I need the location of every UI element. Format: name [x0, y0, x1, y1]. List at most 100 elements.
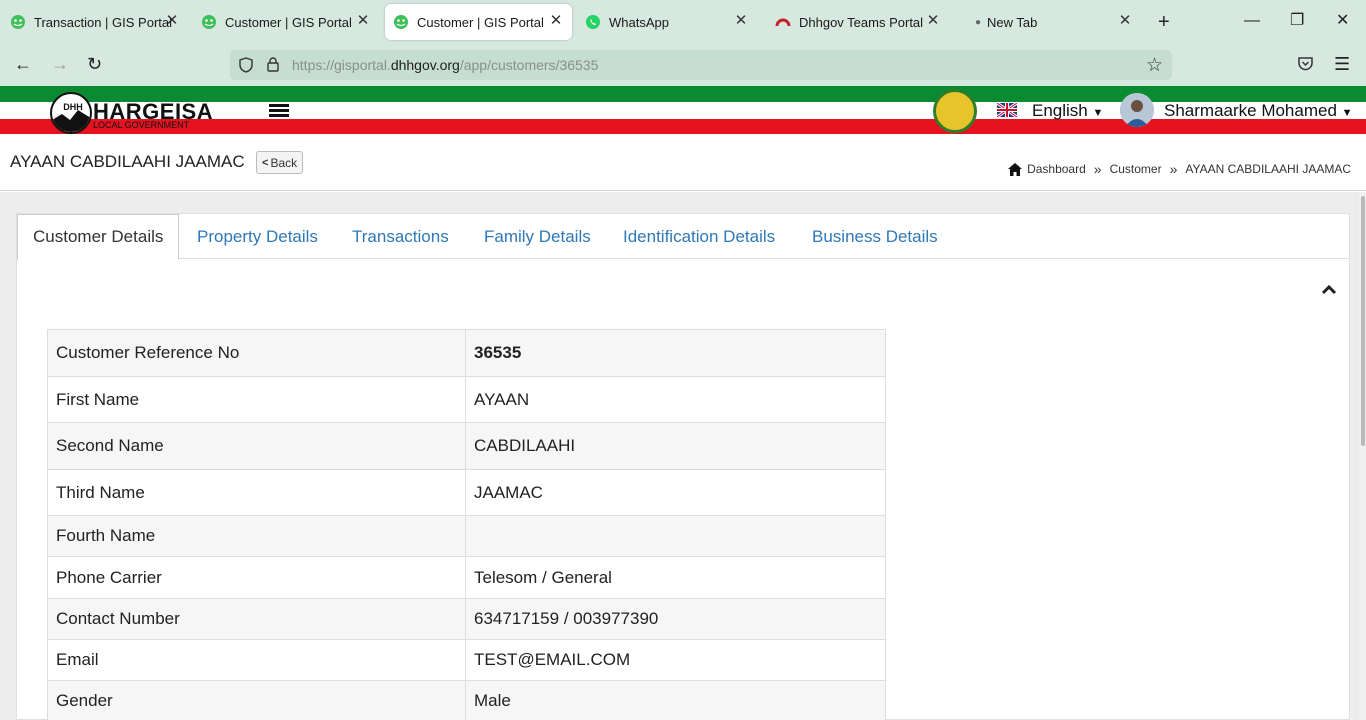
breadcrumb-separator: »: [1093, 161, 1102, 177]
customer-panel: Customer Details Property Details Transa…: [16, 213, 1350, 720]
detail-tabs: Customer Details Property Details Transa…: [17, 214, 1349, 260]
page-title: AYAAN CABDILAAHI JAAMAC: [10, 152, 245, 171]
browser-tab-strip: Transaction | GIS Portal ✕ Customer | GI…: [0, 0, 1366, 44]
breadcrumb-customer[interactable]: Customer: [1110, 162, 1162, 176]
logo-initials: DHH: [63, 102, 83, 112]
browser-tab-title: Customer | GIS Portal: [225, 14, 352, 30]
home-icon: [1008, 162, 1023, 176]
chevron-up-icon[interactable]: [1320, 282, 1338, 298]
gis-portal-icon: [394, 15, 408, 29]
new-tab-icon[interactable]: +: [1158, 12, 1170, 32]
table-row: Customer Reference No 36535: [47, 329, 886, 377]
row-value: 36535: [465, 329, 886, 377]
whatsapp-icon: [586, 15, 600, 29]
row-value: AYAAN: [465, 376, 886, 423]
close-icon[interactable]: ✕: [925, 13, 941, 29]
row-value: 634717159 / 003977390: [465, 598, 886, 640]
pocket-icon[interactable]: [1297, 56, 1314, 72]
table-row: Fourth Name: [47, 515, 886, 557]
logo-subtext: LOCAL GOVERNMENT: [93, 120, 190, 130]
restore-icon[interactable]: ❐: [1290, 12, 1304, 30]
gis-portal-icon: [11, 15, 25, 29]
uk-flag-icon[interactable]: [997, 103, 1017, 117]
row-label: Third Name: [47, 469, 466, 516]
row-label: Fourth Name: [47, 515, 466, 557]
user-menu[interactable]: Sharmaarke Mohamed ▼: [1164, 101, 1353, 121]
close-icon[interactable]: ✕: [164, 13, 180, 29]
caret-down-icon: ▼: [1341, 107, 1353, 119]
caret-down-icon: ▼: [1092, 107, 1104, 119]
back-arrow-icon[interactable]: ←: [14, 54, 32, 74]
table-row: First Name AYAAN: [47, 376, 886, 423]
shield-icon[interactable]: [238, 57, 254, 73]
row-value: Telesom / General: [465, 556, 886, 599]
url-text[interactable]: https://gisportal.dhhgov.org/app/custome…: [292, 57, 598, 73]
window-close-icon[interactable]: ✕: [1336, 12, 1349, 30]
address-bar[interactable]: https://gisportal.dhhgov.org/app/custome…: [230, 50, 1172, 80]
browser-tab-title: Customer | GIS Portal: [417, 14, 544, 30]
page-scrollbar-thumb[interactable]: [1361, 196, 1365, 446]
emblem-icon: [933, 89, 977, 133]
chevron-left-icon: <: [262, 156, 269, 169]
row-label: Phone Carrier: [47, 556, 466, 599]
row-label: Second Name: [47, 422, 466, 470]
browser-tab-transaction[interactable]: Transaction | GIS Portal ✕: [10, 4, 188, 40]
table-row: Third Name JAAMAC: [47, 469, 886, 516]
browser-tab-title: WhatsApp: [609, 14, 669, 30]
browser-nav-bar: ← → ↻ https://gisportal.dhhgov.org/app/c…: [0, 44, 1366, 86]
breadcrumb-current: AYAAN CABDILAAHI JAAMAC: [1185, 162, 1351, 176]
table-row: Second Name CABDILAAHI: [47, 422, 886, 470]
close-icon[interactable]: ✕: [733, 13, 749, 29]
row-label: Email: [47, 639, 466, 681]
row-label: Customer Reference No: [47, 329, 466, 377]
star-icon[interactable]: ☆: [1146, 54, 1163, 77]
breadcrumb-dashboard[interactable]: Dashboard: [1027, 162, 1086, 176]
table-row: Email TEST@EMAIL.COM: [47, 639, 886, 681]
row-value: JAAMAC: [465, 469, 886, 516]
row-value: CABDILAAHI: [465, 422, 886, 470]
browser-tab-whatsapp[interactable]: WhatsApp ✕: [585, 4, 757, 40]
browser-tab-title: New Tab: [987, 14, 1038, 30]
menu-icon[interactable]: ☰: [1334, 54, 1350, 75]
tab-customer-details[interactable]: Customer Details: [17, 214, 180, 260]
close-icon[interactable]: ✕: [1117, 13, 1133, 29]
close-icon[interactable]: ✕: [548, 13, 564, 29]
breadcrumb-separator: »: [1169, 161, 1178, 177]
lock-icon[interactable]: [265, 56, 281, 73]
tab-property-details[interactable]: Property Details: [197, 214, 318, 259]
tab-family-details[interactable]: Family Details: [484, 214, 591, 259]
browser-tab-title: Dhhgov Teams Portal: [799, 14, 924, 30]
browser-tab-customer-active[interactable]: Customer | GIS Portal ✕: [385, 4, 572, 40]
table-row: Contact Number 634717159 / 003977390: [47, 598, 886, 640]
page-header: AYAAN CABDILAAHI JAAMAC < Back Dashboard…: [0, 137, 1366, 191]
row-value: TEST@EMAIL.COM: [465, 639, 886, 681]
row-label: First Name: [47, 376, 466, 423]
teams-portal-icon: [775, 18, 791, 27]
app-header: DHH HARGEISA LOCAL GOVERNMENT English ▼ …: [0, 86, 1366, 137]
close-icon[interactable]: ✕: [355, 13, 371, 29]
logo-icon[interactable]: DHH: [50, 92, 92, 134]
tab-transactions[interactable]: Transactions: [352, 214, 449, 259]
language-selector[interactable]: English ▼: [1032, 101, 1103, 121]
gis-portal-icon: [202, 15, 216, 29]
tab-identification-details[interactable]: Identification Details: [623, 214, 775, 259]
browser-tab-title: Transaction | GIS Portal: [34, 14, 173, 30]
row-label: Gender: [47, 680, 466, 720]
breadcrumb: Dashboard » Customer » AYAAN CABDILAAHI …: [1008, 161, 1351, 177]
browser-tab-teams[interactable]: Dhhgov Teams Portal ✕: [775, 4, 949, 40]
table-row: Gender Male: [47, 680, 886, 720]
row-label: Contact Number: [47, 598, 466, 640]
forward-arrow-icon[interactable]: →: [51, 54, 69, 74]
row-value: Male: [465, 680, 886, 720]
customer-details-table: Customer Reference No 36535 First Name AYA…: [47, 329, 886, 720]
hamburger-menu-icon[interactable]: [269, 104, 289, 118]
tab-business-details[interactable]: Business Details: [812, 214, 938, 259]
row-value: [465, 515, 886, 557]
browser-tab-new[interactable]: ● New Tab ✕: [975, 4, 1141, 40]
back-button[interactable]: < Back: [256, 151, 304, 174]
browser-tab-customer[interactable]: Customer | GIS Portal ✕: [201, 4, 379, 40]
avatar[interactable]: [1120, 93, 1154, 127]
reload-icon[interactable]: ↻: [87, 54, 102, 74]
table-row: Phone Carrier Telesom / General: [47, 556, 886, 599]
minimize-icon[interactable]: —: [1244, 12, 1260, 30]
